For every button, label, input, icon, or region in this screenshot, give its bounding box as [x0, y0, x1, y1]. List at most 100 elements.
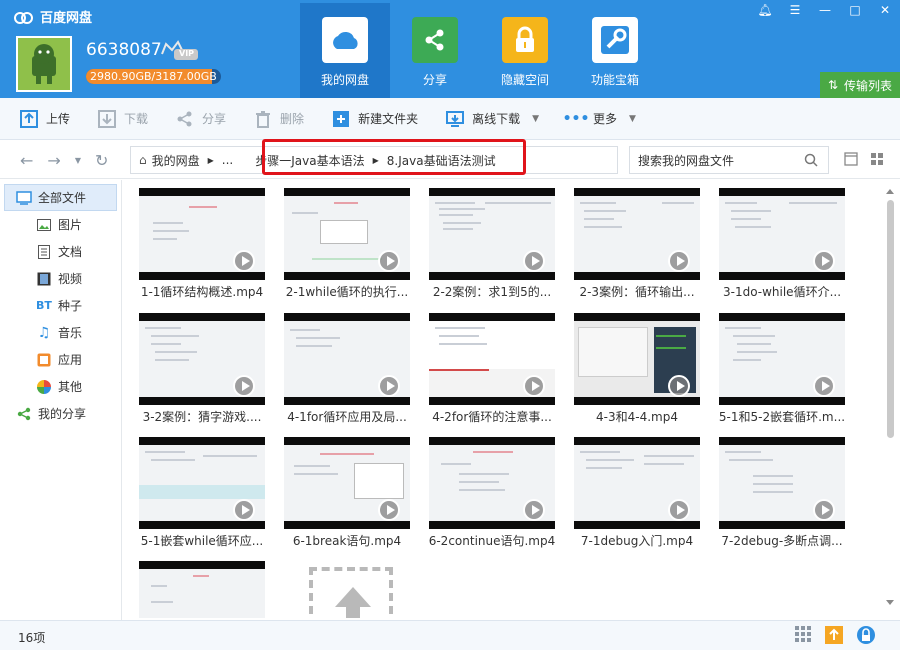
tab-my-pan[interactable]: 我的网盘 — [300, 3, 390, 98]
file-name: 7-1debug入门.mp4 — [580, 534, 694, 548]
file-item[interactable]: 7-2debug-多断点调... — [715, 435, 845, 553]
status-bar: 16项 — [0, 620, 900, 650]
play-icon[interactable] — [378, 375, 400, 397]
sidebar-item-images[interactable]: 图片 — [0, 211, 121, 238]
menu-icon[interactable]: ☰ — [780, 0, 810, 20]
sidebar-videos-label: 视频 — [58, 272, 83, 286]
file-item[interactable]: 4-2for循环的注意事... — [425, 311, 555, 429]
file-item[interactable]: 5-1和5-2嵌套循环.m... — [715, 311, 845, 429]
app-title-text: 百度网盘 — [40, 11, 93, 26]
upload-arrow-stem — [346, 606, 360, 618]
file-item[interactable]: 6-1break语句.mp4 — [280, 435, 410, 553]
new-folder-button[interactable]: 新建文件夹 — [332, 98, 418, 140]
sidebar-documents-label: 文档 — [58, 245, 83, 259]
sidebar-item-videos[interactable]: 视频 — [0, 265, 121, 292]
crumb-ellipsis[interactable]: ... — [214, 147, 241, 173]
bell-icon[interactable]: 🔔︎ — [750, 0, 780, 20]
share-label: 分享 — [202, 112, 227, 126]
download-button[interactable]: 下载 — [98, 98, 148, 140]
grid-view-icon[interactable] — [870, 152, 884, 169]
file-item[interactable]: 6-2continue语句.mp4 — [425, 435, 555, 553]
play-icon[interactable] — [523, 499, 545, 521]
file-item[interactable] — [135, 559, 265, 618]
sidebar-item-other[interactable]: 其他 — [0, 373, 121, 400]
play-icon[interactable] — [668, 375, 690, 397]
scroll-thumb[interactable] — [887, 200, 894, 438]
tab-toolbox[interactable]: 功能宝箱 — [570, 3, 660, 98]
play-icon[interactable] — [668, 250, 690, 272]
play-icon[interactable] — [523, 250, 545, 272]
history-dropdown-icon[interactable]: ▼ — [75, 156, 81, 165]
chevron-down-icon: ▼ — [532, 113, 540, 124]
scrollbar[interactable] — [884, 186, 896, 606]
quota-text: 2980.90GB/3187.00GB — [90, 70, 217, 83]
play-icon[interactable] — [233, 375, 255, 397]
crumb-home[interactable]: ⌂ 我的网盘 — [131, 147, 208, 173]
baidu-pan-logo-icon — [14, 10, 34, 24]
sidebar-item-music[interactable]: ♫ 音乐 — [0, 319, 121, 346]
delete-button[interactable]: 删除 — [254, 98, 304, 140]
file-item[interactable]: 4-1for循环应用及局... — [280, 311, 410, 429]
forward-arrow-icon[interactable]: → — [47, 151, 60, 170]
vip-badge[interactable]: VIP — [160, 40, 200, 62]
play-icon[interactable] — [378, 499, 400, 521]
play-icon[interactable] — [523, 375, 545, 397]
play-icon[interactable] — [378, 250, 400, 272]
close-icon[interactable]: ✕ — [870, 0, 900, 20]
tab-hidden-space[interactable]: 隐藏空间 — [480, 3, 570, 98]
play-icon[interactable] — [233, 250, 255, 272]
sidebar-item-torrents[interactable]: BT 种子 — [0, 292, 121, 319]
upload-manager-icon[interactable] — [824, 625, 844, 648]
sidebar-other-label: 其他 — [58, 380, 83, 394]
play-icon[interactable] — [813, 375, 835, 397]
file-name: 4-1for循环应用及局... — [287, 410, 407, 424]
search-icon[interactable] — [804, 153, 818, 170]
file-item[interactable]: 3-2案例：猜字游戏.... — [135, 311, 265, 429]
upload-label: 上传 — [46, 112, 71, 126]
sidebar-item-all-files[interactable]: 全部文件 — [4, 184, 117, 211]
upload-drop-tile[interactable] — [309, 567, 393, 618]
search-input[interactable]: 搜索我的网盘文件 — [629, 146, 829, 174]
file-item[interactable]: 2-2案例：求1到5的... — [425, 186, 555, 304]
sidebar-item-documents[interactable]: 文档 — [0, 238, 121, 265]
upload-button[interactable]: 上传 — [20, 98, 70, 140]
more-label: 更多 — [593, 112, 618, 126]
back-arrow-icon[interactable]: ← — [20, 151, 33, 170]
video-thumbnail — [139, 313, 265, 405]
play-icon[interactable] — [813, 250, 835, 272]
file-item[interactable]: 7-1debug入门.mp4 — [570, 435, 700, 553]
file-item[interactable]: 5-1嵌套while循环应... — [135, 435, 265, 553]
play-icon[interactable] — [668, 499, 690, 521]
sidebar-item-apps[interactable]: 应用 — [0, 346, 121, 373]
scroll-down-icon[interactable] — [886, 600, 894, 605]
offline-download-button[interactable]: 离线下载 ▼ — [446, 98, 539, 140]
file-item[interactable]: 2-1while循环的执行... — [280, 186, 410, 304]
home-icon: ⌂ — [139, 153, 147, 167]
file-name: 5-1和5-2嵌套循环.m... — [718, 410, 846, 424]
avatar[interactable] — [16, 36, 72, 92]
play-icon[interactable] — [813, 499, 835, 521]
grid-apps-icon[interactable] — [794, 625, 812, 648]
minimize-icon[interactable]: — — [810, 0, 840, 20]
video-thumbnail — [719, 188, 845, 280]
file-item[interactable]: 4-3和4-4.mp4 — [570, 311, 700, 429]
new-folder-icon — [332, 110, 350, 128]
maximize-icon[interactable]: □ — [840, 0, 870, 20]
scroll-up-icon[interactable] — [886, 189, 894, 194]
video-thumbnail — [139, 437, 265, 529]
file-item[interactable]: 1-1循环结构概述.mp4 — [135, 186, 265, 304]
list-view-icon[interactable] — [844, 152, 858, 169]
file-item[interactable]: 3-1do-while循环介... — [715, 186, 845, 304]
sidebar-images-label: 图片 — [58, 218, 83, 232]
security-lock-icon[interactable] — [856, 625, 876, 648]
play-icon[interactable] — [233, 499, 255, 521]
more-button[interactable]: ••• 更多 ▼ — [563, 98, 636, 140]
sidebar-item-my-share[interactable]: 我的分享 — [0, 400, 121, 427]
chevron-down-icon: ▼ — [629, 113, 636, 124]
share-button[interactable]: 分享 — [176, 98, 226, 140]
refresh-icon[interactable]: ↻ — [95, 151, 108, 170]
file-name: 2-1while循环的执行... — [285, 285, 409, 299]
file-item[interactable]: 2-3案例：循环输出... — [570, 186, 700, 304]
tab-share[interactable]: 分享 — [390, 3, 480, 98]
transfer-list-button[interactable]: ⇅ 传输列表 — [820, 72, 900, 98]
